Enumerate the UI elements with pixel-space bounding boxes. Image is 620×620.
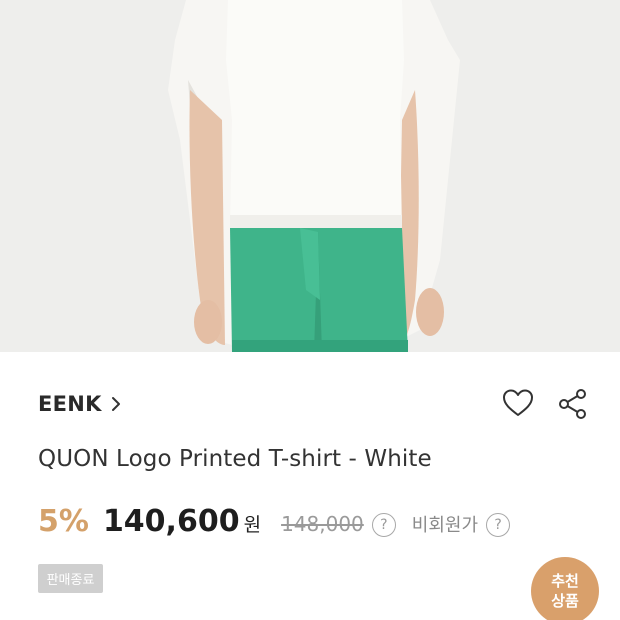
nonmember-help-icon[interactable]: ? — [486, 513, 511, 537]
recommend-label-line1: 추천 — [551, 572, 579, 590]
recommended-products-button[interactable]: 추천 상품 — [531, 557, 599, 620]
product-info-panel: EENK QUON Logo Printed T-shirt - White 5… — [0, 352, 620, 620]
price-row: 5% 140,600 원 148,000 ? 비회원가 ? — [38, 504, 511, 544]
sale-price: 140,600 — [102, 504, 240, 539]
recommend-label-line2: 상품 — [551, 592, 579, 610]
share-icon[interactable] — [558, 388, 588, 420]
brand-name[interactable]: EENK — [38, 392, 102, 416]
nonmember-price-label: 비회원가 — [411, 515, 479, 536]
price-help-icon[interactable]: ? — [371, 513, 396, 537]
heart-icon[interactable] — [502, 388, 534, 418]
product-title: QUON Logo Printed T-shirt - White — [38, 446, 432, 472]
chevron-right-icon[interactable] — [110, 395, 122, 413]
currency-unit: 원 — [243, 514, 262, 536]
brand-link[interactable]: EENK — [38, 390, 122, 418]
sold-out-badge: 판매종료 — [38, 564, 103, 593]
original-price: 148,000 — [281, 512, 364, 536]
discount-rate: 5% — [38, 504, 89, 539]
product-image — [0, 0, 620, 352]
